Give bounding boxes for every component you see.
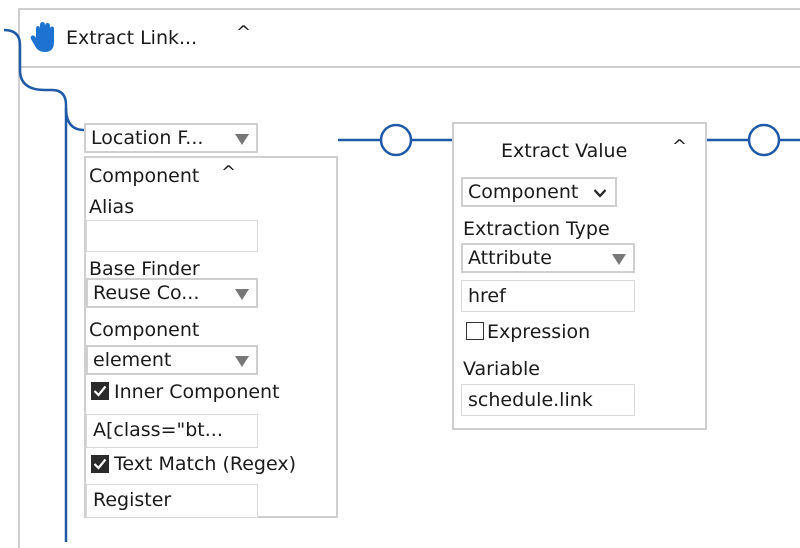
chevron-down-icon	[593, 189, 607, 198]
extract-component-value: Component	[468, 181, 579, 203]
chevron-down-icon	[235, 356, 249, 367]
extract-component-select[interactable]: Component	[461, 177, 617, 207]
chevron-down-icon	[612, 254, 626, 265]
extraction-type-select[interactable]: Attribute	[461, 243, 635, 273]
collapse-group-caret-icon[interactable]: ^	[236, 22, 251, 43]
base-finder-select[interactable]: Reuse Co...	[86, 278, 258, 308]
chevron-down-icon	[235, 289, 249, 300]
alias-input[interactable]	[86, 220, 258, 252]
component-header: Component	[89, 165, 200, 187]
collapse-extract-value-caret-icon[interactable]: ^	[672, 136, 687, 157]
base-finder-value: Reuse Co...	[93, 282, 200, 304]
text-match-input[interactable]: Register	[86, 484, 258, 518]
collapse-component-caret-icon[interactable]: ^	[221, 162, 236, 183]
variable-label: Variable	[463, 358, 540, 380]
extraction-type-value: Attribute	[468, 247, 552, 269]
text-match-label: Text Match (Regex)	[114, 453, 297, 475]
expression-label: Expression	[487, 321, 591, 343]
text-match-checkbox[interactable]	[91, 455, 109, 473]
expression-checkbox[interactable]	[466, 322, 484, 340]
hand-icon[interactable]	[26, 20, 62, 56]
component-label: Component	[89, 319, 200, 341]
chevron-down-icon	[235, 134, 249, 145]
location-finder-select-label: Location F...	[91, 127, 204, 149]
attribute-input[interactable]: href	[461, 280, 635, 312]
variable-input[interactable]: schedule.link	[461, 384, 635, 416]
component-select[interactable]: element	[86, 345, 258, 375]
inner-component-checkbox[interactable]	[91, 382, 109, 400]
inner-component-input[interactable]: A[class="bt...	[86, 414, 258, 448]
group-title[interactable]: Extract Link...	[66, 26, 197, 50]
alias-label: Alias	[89, 196, 135, 218]
component-value: element	[93, 349, 172, 371]
location-finder-select[interactable]: Location F...	[84, 123, 258, 153]
inner-component-label: Inner Component	[114, 381, 280, 403]
extract-value-title: Extract Value	[501, 140, 628, 162]
extraction-type-label: Extraction Type	[463, 218, 610, 240]
